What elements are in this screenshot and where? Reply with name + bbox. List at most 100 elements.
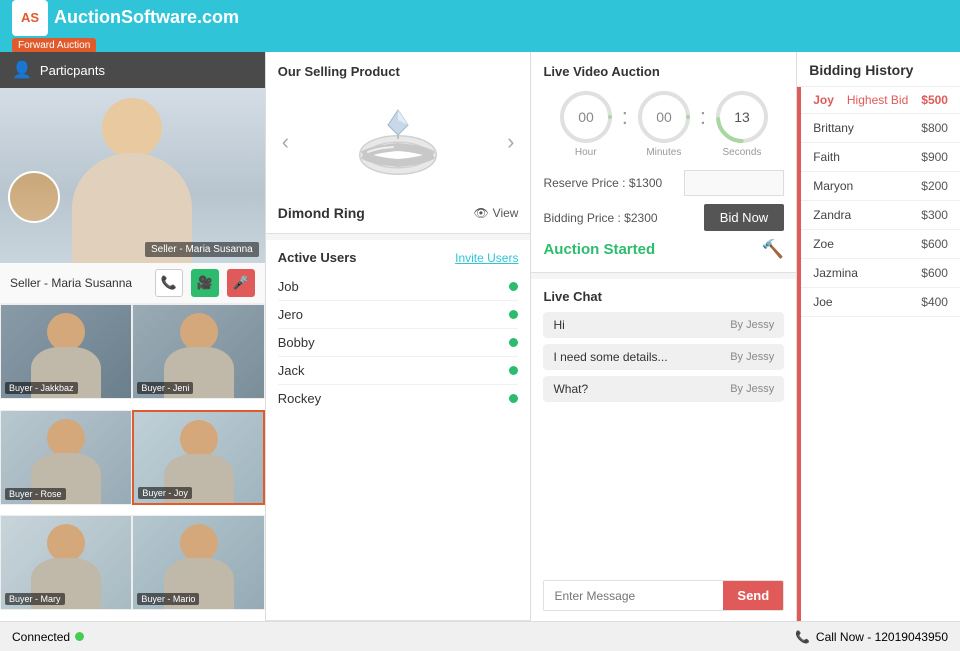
user-name: Job [278,279,299,294]
logo-box: AS AuctionSoftware.com Forward Auction [12,0,239,53]
buyer-label-6: Buyer - Mario [137,593,199,605]
logo-top: AS AuctionSoftware.com [12,0,239,36]
bidding-history-panel: Bidding History Joy Highest Bid $500 Bri… [797,52,960,621]
view-product-button[interactable]: 👁 View [473,206,518,220]
user-online-indicator [509,282,518,291]
user-row: Jero [278,301,519,329]
winner-name: Joy [813,93,834,107]
auction-started-row: Auction Started 🔨 [543,239,784,260]
bid-now-button[interactable]: Bid Now [704,204,784,231]
bidder-name: Jazmina [813,266,858,280]
mic-button[interactable]: 🎤 [227,269,255,297]
chat-by: By Jessy [730,351,774,363]
bid-amount: $300 [921,208,948,222]
live-chat-title: Live Chat [543,289,784,304]
buyer-cell-4: Buyer - Joy [132,410,264,505]
seller-controls-label: Seller - Maria Susanna [10,276,147,290]
bid-amount: $200 [921,179,948,193]
minutes-circle-svg: 00 [636,89,692,145]
active-users-header: Active Users Invite Users [278,250,519,265]
user-online-indicator [509,310,518,319]
auction-type-badge: Forward Auction [12,38,96,53]
logo-initials: AS [21,10,39,25]
product-image-container: ‹ [278,87,519,197]
video-auction-panel: Live Video Auction 00 Hour : 00 [531,52,797,621]
video-button[interactable]: 🎥 [191,269,219,297]
chat-message-input[interactable] [544,581,723,610]
bid-amount: $400 [921,295,948,309]
seconds-circle-svg: 13 [714,89,770,145]
bidding-history-title: Bidding History [797,52,960,87]
bid-row: Faith$900 [801,143,960,172]
chat-text: Hi [553,318,564,332]
buyer-label-4: Buyer - Joy [138,487,192,499]
user-name: Bobby [278,335,315,350]
user-row: Jack [278,357,519,385]
reserve-price-label: Reserve Price : $1300 [543,176,662,190]
send-message-button[interactable]: Send [723,581,783,610]
seconds-label: Seconds [722,147,761,158]
connection-indicator [75,632,84,641]
chat-by: By Jessy [730,319,774,331]
chat-by: By Jessy [730,383,774,395]
bidder-name: Zandra [813,208,851,222]
chat-text: I need some details... [553,350,667,364]
user-name: Rockey [278,391,321,406]
buyers-grid: Buyer - Jakkbaz Buyer - Jeni Buyer - Ros… [0,304,265,621]
bidder-name: Zoe [813,237,834,251]
chat-messages: Hi By Jessy I need some details... By Jessy… [543,312,784,572]
phone-icon: 📞 [795,630,810,644]
bid-row: Maryon$200 [801,172,960,201]
bidder-name: Joe [813,295,832,309]
phone-button[interactable]: 📞 [155,269,183,297]
buyer-face-1 [47,313,85,351]
buyer-cell-3: Buyer - Rose [0,410,132,505]
buyer-label-1: Buyer - Jakkbaz [5,382,78,394]
seller-small-avatar [8,171,60,223]
bid-row: Zoe $600 [801,230,960,259]
timer-row: 00 Hour : 00 Minutes : [543,89,784,158]
call-info: 📞 Call Now - 12019043950 [795,630,948,644]
reserve-price-input[interactable] [684,170,784,196]
hammer-icon: 🔨 [762,239,784,260]
user-online-indicator [509,338,518,347]
video-auction-title: Live Video Auction [543,64,784,79]
main-layout: 👤 Particpants Seller - Maria Susanna Sel… [0,52,960,621]
buyer-label-2: Buyer - Jeni [137,382,193,394]
buyer-label-3: Buyer - Rose [5,488,66,500]
bid-row: Jazmina$600 [801,259,960,288]
logo-text: AuctionSoftware.com [54,7,239,28]
eye-icon: 👁 [473,206,488,220]
user-row: Rockey [278,385,519,412]
live-chat-section: Live Chat HiBy JessyI need some details.… [531,279,796,621]
logo-icon: AS [12,0,48,36]
buyer-face-6 [180,524,218,562]
chat-bubble: Hi By Jessy [543,312,784,338]
bidding-history-scroll[interactable]: Joy Highest Bid $500 Brittany$800Faith$9… [797,87,960,621]
active-users-title: Active Users [278,250,357,265]
next-product-arrow[interactable]: › [503,129,518,155]
prev-product-arrow[interactable]: ‹ [278,129,293,155]
user-online-indicator [509,394,518,403]
timer-hours: 00 Hour [558,89,614,158]
buyer-cell-1: Buyer - Jakkbaz [0,304,132,399]
avatar-face [10,173,58,221]
bid-amount: $900 [921,150,948,164]
bids-list: Brittany$800Faith$900Maryon$200Zandra$30… [801,114,960,317]
product-section: Our Selling Product ‹ [266,52,531,234]
buyer-face-3 [47,419,85,457]
seller-video: Seller - Maria Susanna [0,88,265,263]
bid-row: Zandra $300 [801,201,960,230]
invite-users-link[interactable]: Invite Users [455,251,518,265]
chat-bubble: I need some details... By Jessy [543,344,784,370]
user-online-indicator [509,366,518,375]
active-users-section: Active Users Invite Users Job Jero Bobby Ja… [266,240,531,621]
bid-amount: $600 [921,237,948,251]
connected-label: Connected [12,630,70,644]
timer-minutes: 00 Minutes [636,89,692,158]
product-image [348,102,448,182]
buyer-face-2 [180,313,218,351]
user-list: Job Jero Bobby Jack Rockey [278,273,519,412]
connection-status: Connected [12,630,84,644]
participants-header: 👤 Particpants [0,52,265,88]
